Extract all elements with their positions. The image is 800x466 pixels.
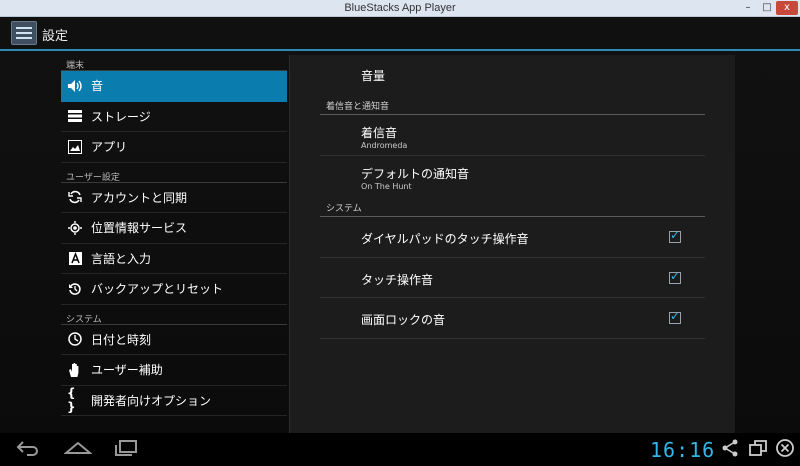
- ringtone-title: 着信音: [361, 126, 398, 140]
- sidebar-item-label: アカウントと同期: [91, 190, 188, 205]
- section-header-system: システム: [61, 305, 287, 325]
- sidebar-item-storage[interactable]: ストレージ: [61, 102, 287, 132]
- hand-icon: [67, 362, 83, 378]
- sidebar-item-backup-reset[interactable]: バックアップとリセット: [61, 274, 287, 305]
- sidebar-item-label: 開発者向けオプション: [91, 393, 212, 408]
- sidebar-item-label: 位置情報サービス: [91, 221, 188, 236]
- notification-sound-title: デフォルトの通知音: [361, 167, 470, 181]
- window-title: BlueStacks App Player: [344, 2, 456, 14]
- settings-sidebar: 端末 音 ストレージ アプリ ユーザー設定 アカウントと同期 位置情報サービス …: [61, 51, 287, 416]
- sidebar-item-developer-options[interactable]: { } 開発者向けオプション: [61, 386, 287, 416]
- sidebar-item-accounts-sync[interactable]: アカウントと同期: [61, 183, 287, 213]
- sidebar-item-label: 音: [91, 79, 104, 94]
- sidebar-item-label: ストレージ: [91, 109, 151, 124]
- sidebar-item-apps[interactable]: アプリ: [61, 132, 287, 163]
- screen-lock-sound-item[interactable]: 画面ロックの音: [320, 298, 705, 339]
- section-header-device: 端末: [61, 51, 287, 71]
- notification-sound-item[interactable]: デフォルトの通知音 On The Hunt: [320, 156, 705, 198]
- volume-title: 音量: [361, 69, 386, 83]
- location-icon: [67, 220, 83, 236]
- window-titlebar: BlueStacks App Player – □ x: [0, 0, 800, 17]
- toggle-label: タッチ操作音: [361, 273, 434, 287]
- sidebar-item-label: バックアップとリセット: [91, 282, 224, 297]
- screen-lock-sound-checkbox[interactable]: [669, 309, 681, 324]
- touch-sound-checkbox[interactable]: [669, 269, 681, 284]
- ringtone-item[interactable]: 着信音 Andromeda: [320, 115, 705, 156]
- settings-content: 端末 音 ストレージ アプリ ユーザー設定 アカウントと同期 位置情報サービス …: [0, 51, 800, 433]
- dialpad-touch-tone-checkbox[interactable]: [669, 228, 681, 243]
- section-header-user: ユーザー設定: [61, 163, 287, 183]
- window-icon[interactable]: [748, 439, 768, 459]
- sidebar-item-date-time[interactable]: 日付と時刻: [61, 325, 287, 355]
- ringtone-value: Andromeda: [361, 141, 408, 150]
- settings-detail-panel: 音量 着信音と通知音 着信音 Andromeda デフォルトの通知音 On Th…: [289, 55, 735, 433]
- page-title: 設定: [42, 29, 69, 44]
- volume-item[interactable]: 音量: [320, 55, 705, 93]
- notification-sound-value: On The Hunt: [361, 182, 412, 191]
- language-icon: [67, 250, 83, 266]
- speaker-icon: [67, 78, 83, 94]
- dialpad-touch-tone-item[interactable]: ダイヤルパッドのタッチ操作音: [320, 217, 705, 258]
- back-icon[interactable]: [14, 439, 42, 459]
- apps-icon: [67, 139, 83, 155]
- settings-app-icon[interactable]: [11, 21, 37, 45]
- toggle-label: ダイヤルパッドのタッチ操作音: [361, 232, 529, 246]
- section-system: システム: [320, 201, 705, 217]
- sidebar-item-label: ユーザー補助: [91, 363, 163, 378]
- clock-icon: [67, 331, 83, 347]
- sidebar-item-label: アプリ: [91, 140, 128, 155]
- sidebar-item-label: 言語と入力: [91, 251, 152, 266]
- home-icon[interactable]: [63, 439, 93, 459]
- storage-icon: [67, 108, 83, 124]
- touch-sound-item[interactable]: タッチ操作音: [320, 258, 705, 298]
- toggle-label: 画面ロックの音: [361, 313, 446, 327]
- braces-icon: { }: [67, 386, 76, 415]
- system-navbar: 16:16: [0, 433, 800, 466]
- sidebar-item-label: 日付と時刻: [91, 332, 152, 347]
- minimize-button[interactable]: –: [741, 1, 755, 15]
- sidebar-item-accessibility[interactable]: ユーザー補助: [61, 355, 287, 386]
- sidebar-item-language[interactable]: 言語と入力: [61, 244, 287, 274]
- status-clock: 16:16: [650, 438, 716, 462]
- share-icon[interactable]: [721, 439, 739, 459]
- recent-apps-icon[interactable]: [112, 439, 140, 459]
- maximize-button[interactable]: □: [760, 1, 774, 15]
- backup-icon: [67, 281, 83, 297]
- close-icon[interactable]: [775, 439, 795, 459]
- action-bar: 設定: [0, 17, 800, 49]
- section-ringtone: 着信音と通知音: [320, 99, 705, 115]
- window-close-button[interactable]: x: [776, 1, 798, 15]
- sync-icon: [67, 189, 83, 205]
- sidebar-item-location[interactable]: 位置情報サービス: [61, 213, 287, 244]
- sidebar-item-sound[interactable]: 音: [61, 71, 287, 102]
